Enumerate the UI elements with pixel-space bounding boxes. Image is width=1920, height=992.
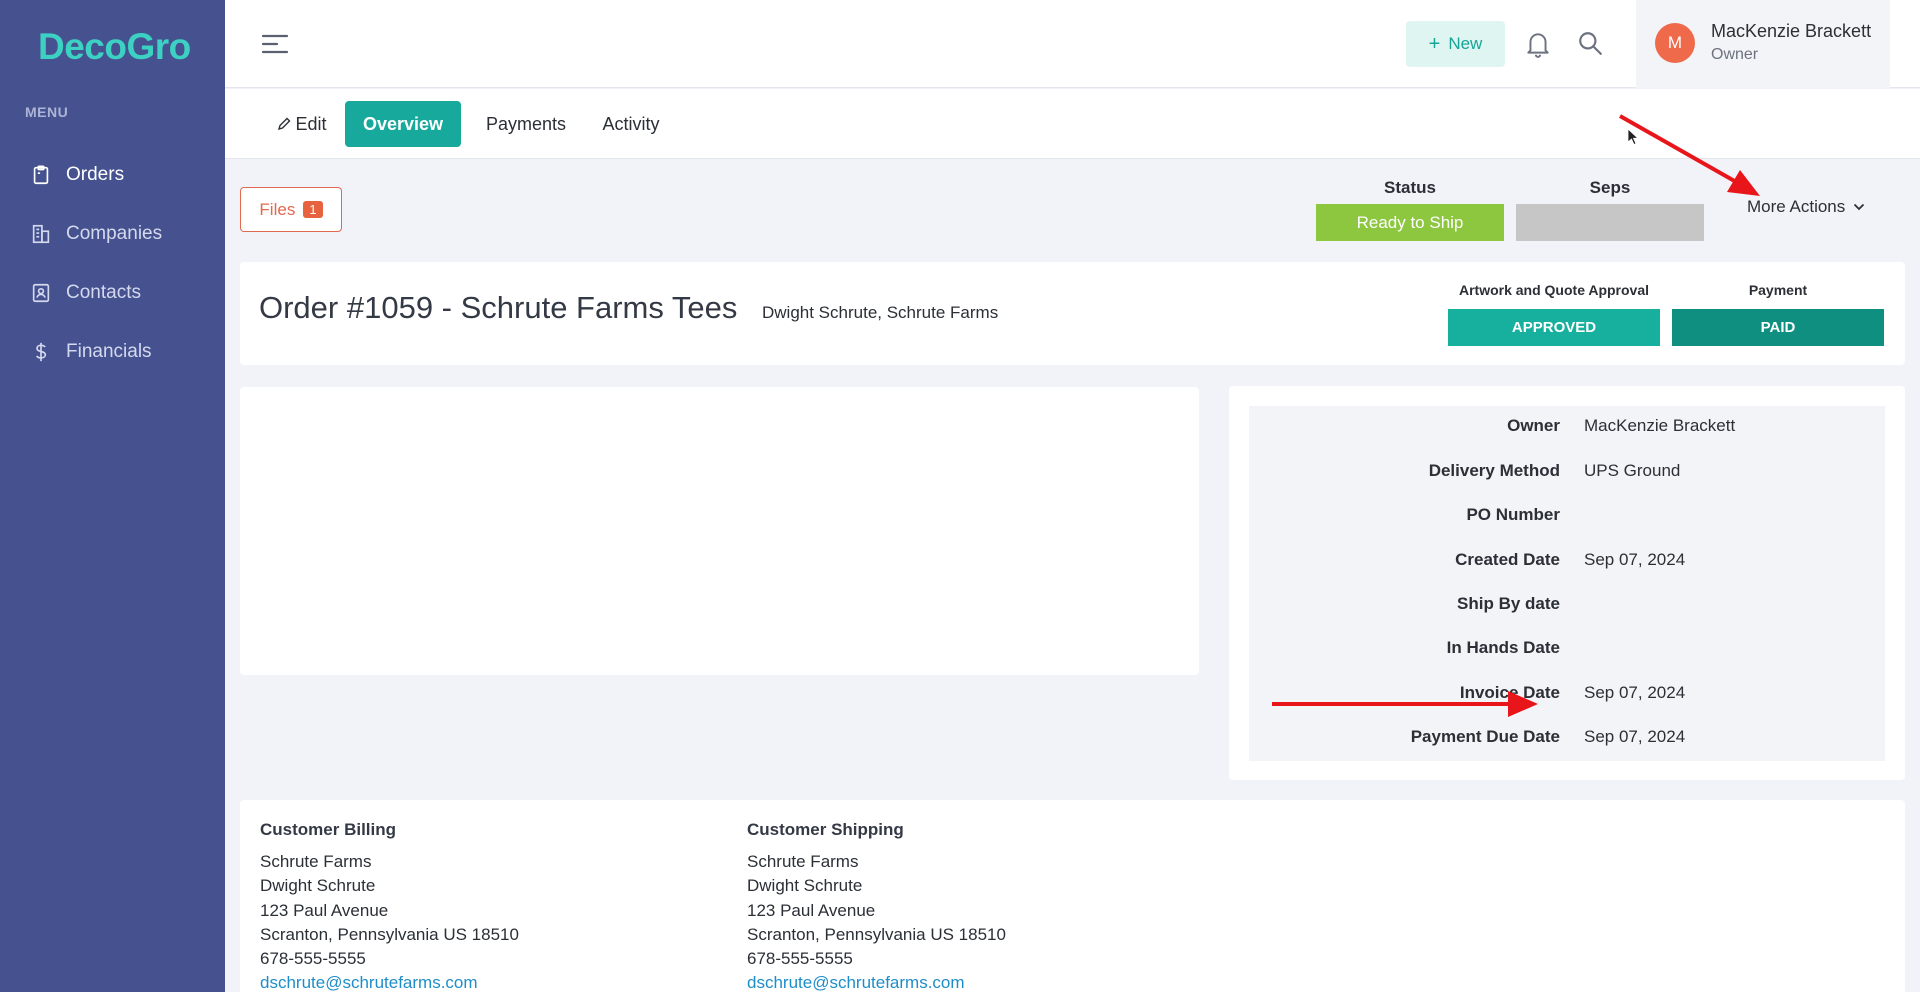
user-name: MacKenzie Brackett [1711,21,1872,41]
detail-value: Sep 07, 2024 [1584,550,1686,569]
detail-label: Ship By date [1457,594,1560,613]
billing-line: 123 Paul Avenue [260,901,389,920]
detail-label: Created Date [1455,550,1560,569]
more-actions-dropdown[interactable]: More Actions [1747,197,1865,217]
menu-label: MENU [25,104,69,120]
tab-label: Edit [295,113,327,134]
detail-row-in-hands-date: In Hands Date [1249,638,1885,668]
tab-bar: Edit Overview Payments Activity [225,89,1920,159]
shipping-email-link[interactable]: dschrute@schrutefarms.com [747,973,965,992]
billing-title: Customer Billing [260,820,397,839]
shipping-line: Dwight Schrute [747,876,863,895]
payment-status-badge[interactable]: PAID [1672,309,1884,346]
sidebar-item-companies[interactable]: Companies [0,204,225,263]
shipping-line: Schrute Farms [747,852,859,871]
billing-email-link[interactable]: dschrute@schrutefarms.com [260,973,478,992]
chevron-down-icon [1854,203,1865,211]
tab-label: Payments [485,113,567,134]
billing-line: 678-555-5555 [260,949,366,968]
detail-label: Owner [1507,416,1560,435]
app-logo[interactable]: DecoGro [38,26,191,68]
user-menu[interactable]: M MacKenzie Brackett Owner [1636,0,1890,88]
tab-overview[interactable]: Overview [345,101,461,147]
approval-label: Artwork and Quote Approval [1458,282,1650,298]
shipping-line: 678-555-5555 [747,949,853,968]
detail-row-created-date: Created Date Sep 07, 2024 [1249,550,1885,580]
files-count-badge: 1 [303,201,323,218]
sidebar-nav: Orders Companies Contacts Financials [0,145,225,381]
tab-payments[interactable]: Payments [476,101,576,147]
sidebar-item-label: Contacts [66,281,141,303]
seps-label: Seps [1589,178,1631,197]
shipping-line: Scranton, Pennsylvania US 18510 [747,925,1006,944]
sidebar-item-label: Financials [66,340,152,362]
detail-row-ship-by-date: Ship By date [1249,594,1885,624]
avatar: M [1655,23,1695,63]
files-button-label: Files [259,199,296,219]
detail-label: Payment Due Date [1410,727,1560,746]
detail-row-delivery-method: Delivery Method UPS Ground [1249,461,1885,491]
sidebar-item-orders[interactable]: Orders [0,145,225,204]
more-actions-label: More Actions [1747,197,1846,216]
search-icon[interactable] [1577,30,1603,56]
sidebar: DecoGro MENU Orders Companies Contacts F… [0,0,225,992]
new-button-label: New [1448,34,1483,53]
files-button[interactable]: Files 1 [240,187,342,232]
tab-activity[interactable]: Activity [591,101,671,147]
pencil-icon [278,117,291,131]
sidebar-item-label: Orders [66,163,125,185]
detail-row-owner: Owner MacKenzie Brackett [1249,416,1885,446]
detail-value: Sep 07, 2024 [1584,683,1686,702]
tab-edit[interactable]: Edit [272,101,332,147]
approval-status-badge[interactable]: APPROVED [1448,309,1660,346]
sidebar-item-financials[interactable]: Financials [0,322,225,381]
sidebar-item-contacts[interactable]: Contacts [0,263,225,322]
order-customer: Dwight Schrute, Schrute Farms [762,303,999,322]
detail-row-invoice-date: Invoice Date Sep 07, 2024 [1249,683,1885,713]
mouse-cursor-icon [1627,128,1639,146]
billing-line: Dwight Schrute [260,876,376,895]
page-title: Order #1059 - Schrute Farms Tees [259,290,738,325]
bell-icon[interactable] [1525,30,1551,58]
shipping-title: Customer Shipping [747,820,904,839]
detail-row-po-number: PO Number [1249,505,1885,535]
plus-icon: + [1428,33,1441,55]
menu-toggle-icon[interactable] [261,32,289,56]
seps-badge[interactable] [1516,204,1704,241]
shipping-line: 123 Paul Avenue [747,901,876,920]
order-preview-panel [240,387,1199,675]
tab-label: Activity [602,113,660,134]
detail-label: In Hands Date [1446,638,1560,657]
user-role: Owner [1711,46,1759,63]
new-button[interactable]: + New [1406,21,1505,67]
contact-card-icon [32,283,50,302]
top-bar: + New M MacKenzie Brackett Owner [225,0,1920,88]
billing-line: Scranton, Pennsylvania US 18510 [260,925,519,944]
detail-value: UPS Ground [1584,461,1681,480]
dollar-icon [35,342,47,361]
detail-value: MacKenzie Brackett [1584,416,1736,435]
status-badge[interactable]: Ready to Ship [1316,204,1504,241]
clipboard-icon [33,164,49,184]
building-icon [32,224,50,243]
detail-label: PO Number [1466,505,1560,524]
detail-row-payment-due-date: Payment Due Date Sep 07, 2024 [1249,727,1885,757]
status-label: Status [1384,178,1436,197]
billing-line: Schrute Farms [260,852,372,871]
detail-label: Delivery Method [1428,461,1560,480]
detail-label: Invoice Date [1459,683,1560,702]
sidebar-item-label: Companies [66,222,163,244]
detail-value: Sep 07, 2024 [1584,727,1686,746]
address-card [240,800,1905,992]
payment-label: Payment [1748,282,1808,298]
tab-label: Overview [362,113,444,134]
